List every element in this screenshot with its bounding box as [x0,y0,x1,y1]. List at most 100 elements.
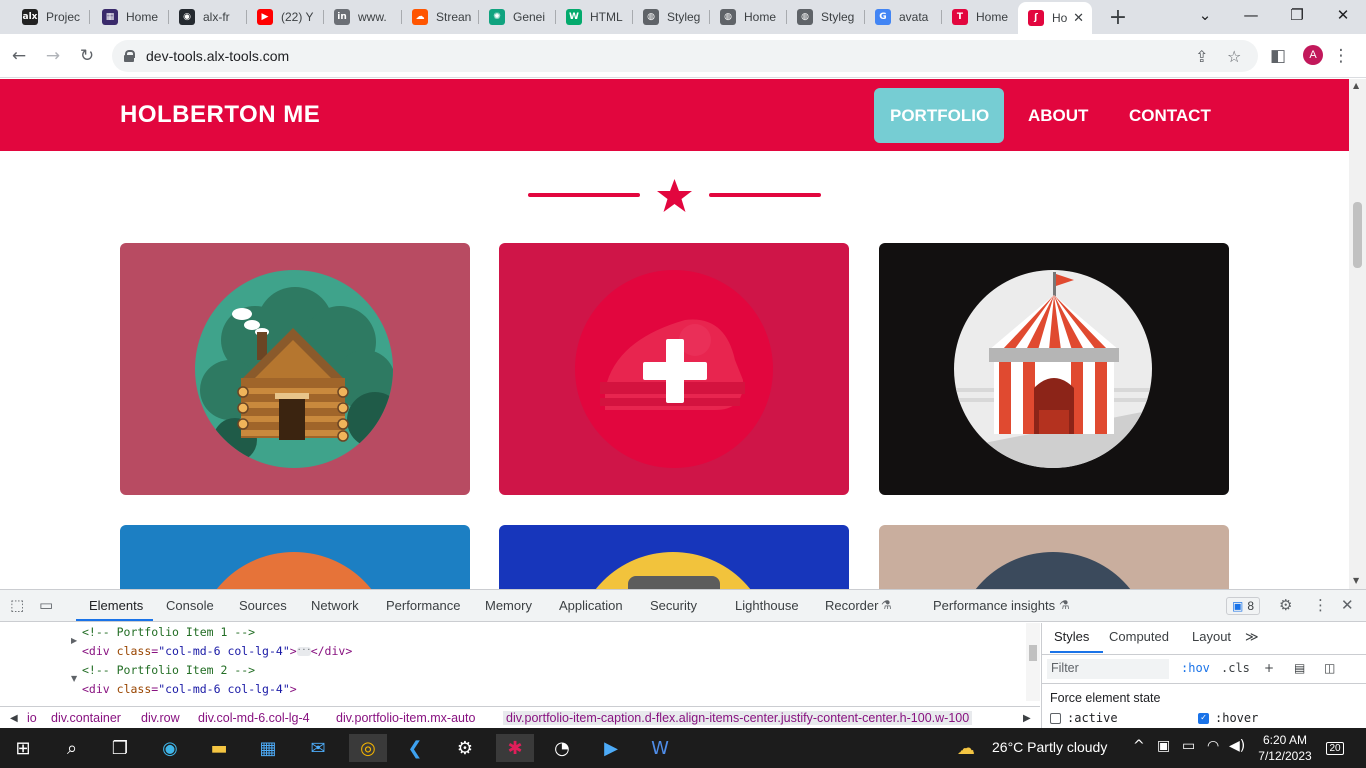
breadcrumb-item[interactable]: div.col-md-6.col-lg-4 [198,711,310,725]
hover-state-checkbox[interactable]: ✓ :hover [1198,711,1258,725]
ellipsis-icon[interactable]: ··· [296,646,311,656]
active-state-checkbox[interactable]: :active [1050,711,1118,725]
portfolio-item-safe[interactable] [499,525,849,589]
forward-button[interactable]: → [39,42,67,70]
browser-tab[interactable]: ✺ Genei [479,3,556,31]
breadcrumb-scroll-left-icon[interactable]: ◀ [10,713,18,724]
nav-portfolio[interactable]: PORTFOLIO [874,88,1004,143]
maximize-button[interactable]: ❐ [1274,0,1320,30]
browser-tab[interactable]: T Home [942,3,1019,31]
tab-computed[interactable]: Computed [1109,629,1169,644]
breadcrumb-item-active[interactable]: div.portfolio-item-caption.d-flex.align-… [503,711,973,725]
volume-icon[interactable]: ◀) [1229,738,1245,754]
tab-security[interactable]: Security [650,598,697,613]
close-tab-icon[interactable]: ✕ [1073,11,1084,26]
bookmark-star-icon[interactable]: ☆ [1227,47,1241,66]
tray-overflow-icon[interactable]: ^ [1133,738,1145,754]
breadcrumb-item[interactable]: div.row [141,711,180,725]
close-window-button[interactable]: ✕ [1320,0,1366,30]
tab-application[interactable]: Application [559,598,623,613]
tab-sources[interactable]: Sources [239,598,287,613]
breadcrumb-item[interactable]: div.portfolio-item.mx-auto [336,711,475,725]
paint-roller-icon[interactable]: ▤ [1294,661,1305,675]
page-scrollbar[interactable]: ▲ ▼ [1349,79,1366,589]
browser-menu-icon[interactable]: ⋮ [1327,42,1355,70]
tab-performance[interactable]: Performance [386,598,460,613]
address-bar[interactable]: dev-tools.alx-tools.com ⇪ ☆ [112,40,1258,72]
start-windows-icon[interactable]: ⊞ [8,734,38,762]
portfolio-item-cake[interactable] [499,243,849,495]
device-toolbar-icon[interactable]: ▭ [39,596,53,614]
site-brand[interactable]: HOLBERTON ME [120,101,320,129]
tab-lighthouse[interactable]: Lighthouse [735,598,799,613]
vscode-icon[interactable]: ❮ [400,734,430,762]
dom-comment-1[interactable]: <!-- Portfolio Item 1 --> [82,625,255,639]
tab-elements[interactable]: Elements [89,598,143,613]
slack-icon[interactable]: ✱ [496,734,534,762]
browser-tab[interactable]: ▦ Home [92,3,169,31]
scroll-up-icon[interactable]: ▲ [1353,81,1359,90]
breadcrumb-item[interactable]: div.container [51,711,121,725]
hov-toggle[interactable]: :hov [1181,661,1210,675]
tab-console[interactable]: Console [166,598,214,613]
styles-filter-input[interactable]: Filter [1047,659,1169,679]
checkbox-icon[interactable] [1050,712,1061,724]
devtools-menu-icon[interactable]: ⋮ [1313,596,1328,614]
scrollbar-thumb[interactable] [1353,202,1362,268]
browser-tab[interactable]: ◉ alx-fr [169,3,247,31]
dom-node-item-1[interactable]: <div class="col-md-6 col-lg-4">···</div> [82,644,352,658]
minimize-button[interactable]: — [1228,0,1274,30]
browser-tab[interactable]: ◍ Styleg [787,3,865,31]
tab-network[interactable]: Network [311,598,359,613]
browser-tab[interactable]: in www. [324,3,402,31]
mail-icon[interactable]: ✉ [303,734,333,762]
clock[interactable]: 6:20 AM 7/12/2023 [1257,732,1313,764]
side-panel-icon[interactable]: ◧ [1264,42,1292,70]
tab-memory[interactable]: Memory [485,598,532,613]
battery-icon[interactable]: ▭ [1182,738,1195,754]
portfolio-item-circus[interactable] [879,243,1229,495]
portfolio-item-submarine[interactable] [879,525,1229,589]
new-tab-button[interactable]: + [1104,4,1132,30]
more-tabs-icon[interactable]: ≫ [1245,629,1259,645]
browser-tab[interactable]: ◍ Home [710,3,787,31]
browser-tab[interactable]: Gavata [865,3,942,31]
new-style-rule-icon[interactable]: + [1264,661,1274,675]
browser-tab[interactable]: ▶ (22) Y [247,3,324,31]
share-icon[interactable]: ⇪ [1195,47,1208,66]
weather-icon[interactable]: ☁ [956,734,976,762]
browser-tab[interactable]: ◍ Styleg [633,3,710,31]
expand-triangle-icon[interactable]: ▶ [71,636,77,645]
profile-avatar[interactable]: A [1303,45,1323,65]
elements-scrollbar[interactable] [1026,623,1040,701]
url-text[interactable]: dev-tools.alx-tools.com [146,48,289,64]
browser-tab[interactable]: ☁ Strean [402,3,479,31]
weather-text[interactable]: 26°C Partly cloudy [992,739,1107,755]
back-button[interactable]: ← [5,42,33,70]
tray-app-icon[interactable]: ▣ [1157,738,1170,754]
browser-tab[interactable]: W HTML [556,3,633,31]
dom-node-item-2[interactable]: <div class="col-md-6 col-lg-4"> [82,682,297,696]
tab-styles[interactable]: Styles [1054,629,1089,644]
chrome-icon[interactable]: ◎ [349,734,387,762]
checkmark-icon[interactable]: ✓ [1198,712,1209,724]
scroll-down-icon[interactable]: ▼ [1353,576,1359,585]
tab-performance-insights[interactable]: Performance insights [933,598,1055,613]
task-view-icon[interactable]: ❐ [105,734,135,762]
close-devtools-icon[interactable]: ✕ [1341,596,1354,614]
wifi-icon[interactable]: ◠ [1207,738,1219,754]
tab-search-icon[interactable]: ⌄ [1182,0,1228,30]
dom-comment-2[interactable]: <!-- Portfolio Item 2 --> [82,663,255,677]
breadcrumb-scroll-right-icon[interactable]: ▶ [1023,713,1031,724]
inspect-element-icon[interactable]: ⬚ [10,596,24,614]
reload-button[interactable]: ↻ [73,42,101,70]
portfolio-item-game[interactable] [120,525,470,589]
media-player-icon[interactable]: ▶ [596,734,626,762]
toggle-sidebar-icon[interactable]: ◫ [1324,661,1335,675]
nav-about[interactable]: ABOUT [1012,88,1104,143]
browser-tab[interactable]: alx Projec [12,3,90,31]
cls-toggle[interactable]: .cls [1221,661,1250,675]
collapse-triangle-icon[interactable]: ▼ [71,674,77,683]
obs-icon[interactable]: ◔ [547,734,577,762]
lock-icon[interactable] [124,50,135,62]
